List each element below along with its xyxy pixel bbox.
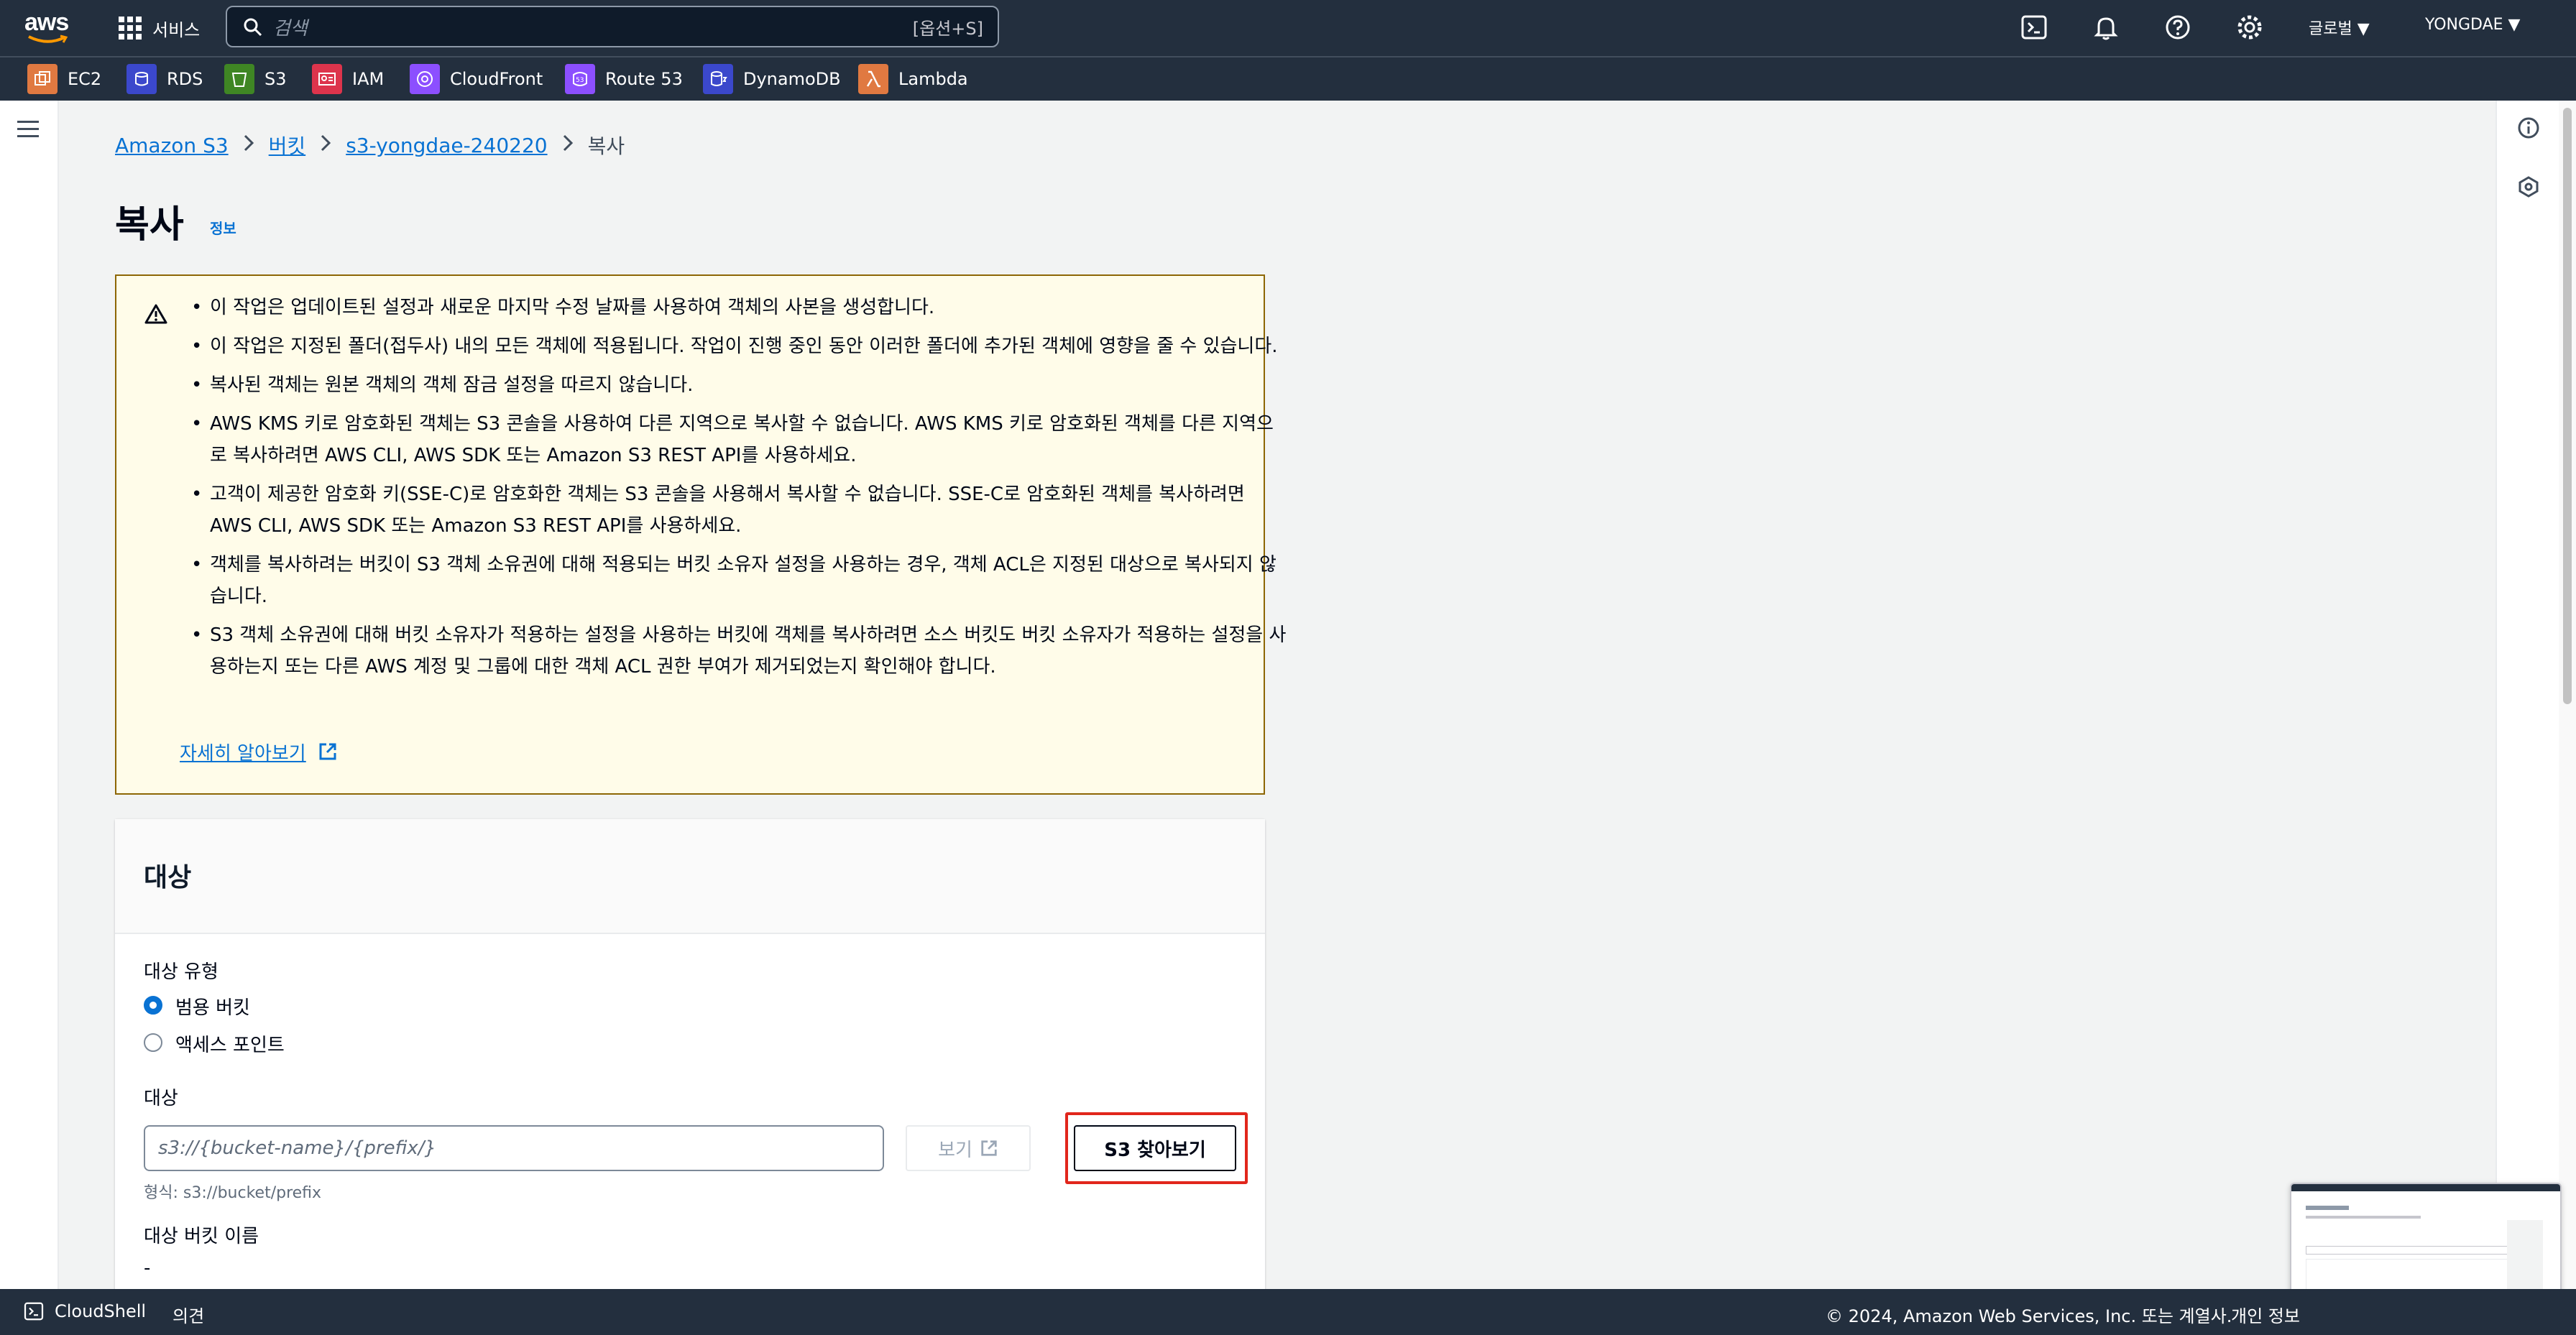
warning-item: 이 작업은 업데이트된 설정과 새로운 마지막 수정 날짜를 사용하여 객체의 …	[191, 292, 1288, 323]
favorite-ec2[interactable]: EC2	[27, 63, 101, 95]
cloudshell-icon	[24, 1302, 44, 1321]
favorite-label: EC2	[68, 69, 102, 89]
ec2-icon	[27, 64, 58, 94]
breadcrumb-amazon-s3[interactable]: Amazon S3	[115, 134, 229, 157]
left-navigation-rail	[0, 101, 59, 1289]
view-label: 보기	[938, 1139, 972, 1161]
chevron-right-icon	[243, 134, 254, 157]
search-shortcut: [옵션+S]	[912, 18, 983, 39]
search-input[interactable]: 검색 [옵션+S]	[226, 6, 999, 47]
copyright-text: © 2024, Amazon Web Services, Inc. 또는 계열사…	[1826, 1306, 2232, 1326]
grid-icon	[119, 17, 142, 40]
breadcrumb: Amazon S3 버킷 s3-yongdae-240220 복사	[115, 131, 625, 160]
top-navigation: aws 서비스 검색 [옵션+S] 글로벌 ▼ YONGDAE ▼	[0, 0, 2576, 56]
warning-item: 복사된 객체는 원본 객체의 객체 잠금 설정을 따르지 않습니다.	[191, 369, 1288, 401]
external-link-icon[interactable]	[318, 742, 338, 762]
section-title: 대상	[144, 863, 192, 892]
chevron-right-icon	[320, 134, 331, 157]
radio-access-point[interactable]	[144, 1033, 162, 1052]
route53-icon: 53	[565, 64, 595, 94]
favorite-label: Lambda	[898, 69, 968, 89]
favorite-iam[interactable]: IAM	[312, 63, 384, 95]
account-menu[interactable]: YONGDAE ▼	[2425, 16, 2520, 34]
thumbnail-line	[2306, 1206, 2349, 1210]
dynamodb-icon	[703, 64, 733, 94]
region-selector[interactable]: 글로벌 ▼	[2309, 16, 2370, 39]
favorite-rds[interactable]: RDS	[126, 63, 203, 95]
destination-panel: 대상 대상 유형 범용 버킷 액세스 포인트 대상 보기 S3 찾아보기 형식:…	[115, 819, 1265, 1322]
favorites-bar: EC2 RDS S3 IAM CloudFront 53 Route 53 Dy…	[0, 56, 2576, 101]
cloudfront-icon	[410, 64, 440, 94]
hexagon-help-icon[interactable]	[2517, 175, 2540, 198]
help-icon[interactable]	[2163, 13, 2192, 42]
lambda-icon	[858, 64, 888, 94]
rds-icon	[126, 64, 157, 94]
warning-item: 고객이 제공한 암호화 키(SSE-C)로 암호화한 객체는 S3 콘솔을 사용…	[191, 479, 1288, 542]
bucket-name-label: 대상 버킷 이름	[144, 1226, 259, 1247]
chevron-right-icon	[562, 134, 574, 157]
cloudshell-button[interactable]: CloudShell	[23, 1301, 146, 1322]
iam-icon	[312, 64, 342, 94]
destination-label: 대상	[144, 1088, 178, 1109]
services-label: 서비스	[152, 19, 201, 40]
warning-item: 이 작업은 지정된 폴더(접두사) 내의 모든 객체에 적용됩니다. 작업이 진…	[191, 331, 1288, 362]
services-menu-button[interactable]: 서비스	[118, 13, 200, 43]
warning-item: S3 객체 소유권에 대해 버킷 소유자가 적용하는 설정을 사용하는 버킷에 …	[191, 619, 1288, 683]
format-hint: 형식: s3://bucket/prefix	[144, 1184, 322, 1202]
warning-list: 이 작업은 업데이트된 설정과 새로운 마지막 수정 날짜를 사용하여 객체의 …	[167, 292, 1288, 690]
search-icon	[244, 18, 262, 37]
destination-s3-uri-input[interactable]	[144, 1125, 884, 1171]
learn-more-link[interactable]: 자세히 알아보기	[180, 739, 306, 765]
aws-logo[interactable]: aws	[24, 10, 73, 43]
hamburger-menu-icon[interactable]	[17, 119, 40, 139]
radio-general-purpose-bucket[interactable]	[144, 996, 162, 1015]
cloudshell-label: CloudShell	[55, 1301, 147, 1321]
bucket-name-value: -	[144, 1257, 151, 1279]
page-title: 복사	[115, 203, 184, 246]
thumbnail-table	[2306, 1246, 2523, 1255]
cloudshell-icon[interactable]	[2020, 13, 2048, 42]
view-button[interactable]: 보기	[906, 1125, 1031, 1171]
favorite-lambda[interactable]: Lambda	[858, 63, 968, 95]
svg-text:53: 53	[576, 77, 584, 84]
breadcrumb-buckets[interactable]: 버킷	[269, 131, 306, 160]
favorite-label: RDS	[167, 69, 203, 89]
browse-s3-button[interactable]: S3 찾아보기	[1074, 1125, 1236, 1171]
warning-item: AWS KMS 키로 암호화된 객체는 S3 콘솔을 사용하여 다른 지역으로 …	[191, 408, 1288, 471]
info-link[interactable]: 정보	[210, 217, 236, 238]
privacy-link[interactable]: 개인 정보	[2231, 1302, 2300, 1327]
favorite-label: DynamoDB	[743, 69, 841, 89]
favorite-s3[interactable]: S3	[224, 63, 287, 95]
search-placeholder: 검색	[273, 17, 308, 40]
warning-item: 객체를 복사하려는 버킷이 S3 객체 소유권에 대해 적용되는 버킷 소유자 …	[191, 549, 1288, 612]
panel-header: 대상	[115, 819, 1265, 934]
thumbnail-line	[2306, 1216, 2421, 1219]
destination-type-label: 대상 유형	[144, 961, 218, 983]
notifications-bell-icon[interactable]	[2092, 13, 2120, 42]
breadcrumb-current: 복사	[587, 134, 625, 158]
info-panel-icon[interactable]	[2517, 116, 2540, 139]
breadcrumb-bucket-name[interactable]: s3-yongdae-240220	[346, 134, 547, 157]
right-tools-rail	[2496, 101, 2560, 1289]
settings-gear-icon[interactable]	[2235, 13, 2264, 42]
favorite-label: CloudFront	[450, 69, 543, 89]
favorite-cloudfront[interactable]: CloudFront	[410, 63, 543, 95]
warning-alert: 이 작업은 업데이트된 설정과 새로운 마지막 수정 날짜를 사용하여 객체의 …	[115, 274, 1286, 795]
footer-bar: CloudShell 의견 © 2024, Amazon Web Service…	[0, 1289, 2576, 1335]
thumbnail-header	[2291, 1184, 2560, 1191]
feedback-button[interactable]: 의견	[172, 1302, 204, 1327]
s3-icon	[224, 64, 254, 94]
favorite-label: IAM	[352, 69, 385, 89]
warning-icon	[144, 304, 167, 324]
favorite-label: Route 53	[605, 69, 683, 89]
favorite-label: S3	[264, 69, 287, 89]
radio-label[interactable]: 범용 버킷	[175, 993, 250, 1020]
favorite-route53[interactable]: 53 Route 53	[565, 63, 683, 95]
favorite-dynamodb[interactable]: DynamoDB	[703, 63, 841, 95]
external-link-icon	[981, 1140, 997, 1156]
radio-label[interactable]: 액세스 포인트	[175, 1030, 285, 1057]
scrollbar-thumb[interactable]	[2563, 108, 2572, 704]
